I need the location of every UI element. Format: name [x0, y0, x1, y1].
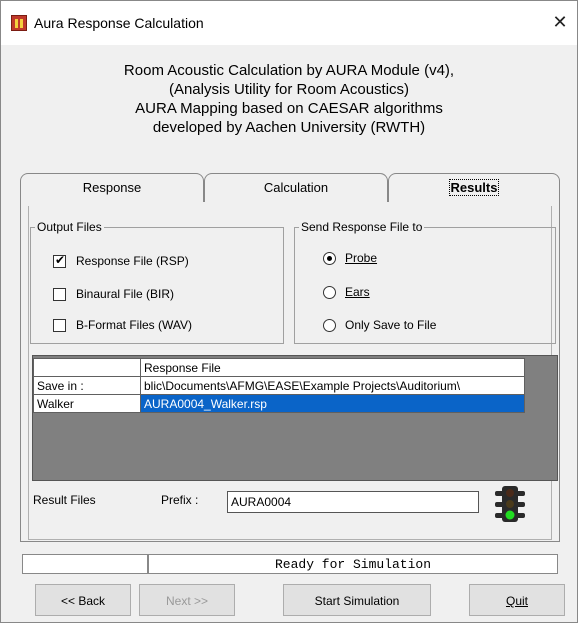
start-simulation-button[interactable]: Start Simulation: [283, 584, 431, 616]
table-row-label: Walker: [33, 394, 141, 413]
probe-radio[interactable]: [323, 252, 336, 265]
header-line: AURA Mapping based on CAESAR algorithms: [135, 100, 443, 117]
only-save-radio[interactable]: [323, 319, 336, 332]
table-cell-selected[interactable]: AURA0004_Walker.rsp: [140, 394, 525, 413]
tab-results[interactable]: Results: [388, 173, 560, 203]
binaural-file-checkbox[interactable]: [53, 288, 66, 301]
table-row[interactable]: Save in : blic\Documents\AFMG\EASE\Examp…: [33, 376, 525, 395]
table-row[interactable]: Walker AURA0004_Walker.rsp: [33, 394, 525, 413]
tab-response[interactable]: Response: [20, 173, 204, 203]
dialog-window: Aura Response Calculation ✕ Room Acousti…: [0, 0, 578, 623]
table-header-row: Response File: [33, 358, 525, 377]
bformat-files-checkbox[interactable]: [53, 319, 66, 332]
only-save-label[interactable]: Only Save to File: [345, 318, 436, 332]
back-button[interactable]: << Back: [35, 584, 131, 616]
window-title: Aura Response Calculation: [34, 15, 204, 31]
status-message: Ready for Simulation: [148, 554, 558, 574]
ears-label[interactable]: Ears: [345, 285, 370, 299]
ears-radio[interactable]: [323, 286, 336, 299]
output-files-legend: Output Files: [37, 220, 102, 234]
header-line: Room Acoustic Calculation by AURA Module…: [123, 62, 455, 79]
tab-strip: Response Calculation Results: [20, 173, 560, 203]
bformat-files-label[interactable]: B-Format Files (WAV): [76, 318, 192, 332]
response-file-checkbox[interactable]: [53, 253, 66, 268]
status-left-pane: [22, 554, 148, 574]
traffic-light-icon: [495, 486, 525, 522]
header-description: Room Acoustic Calculation by AURA Module…: [1, 61, 577, 137]
response-file-grid: Response File Save in : blic\Documents\A…: [32, 355, 558, 481]
table-corner-cell: [33, 358, 141, 377]
result-files-label: Result Files: [33, 493, 96, 507]
quit-button[interactable]: Quit: [469, 584, 565, 616]
binaural-file-label[interactable]: Binaural File (BIR): [76, 287, 174, 301]
table-row-label: Save in :: [33, 376, 141, 395]
prefix-label: Prefix :: [161, 493, 199, 507]
table-cell[interactable]: blic\Documents\AFMG\EASE\Example Project…: [140, 376, 525, 395]
response-file-table: Response File Save in : blic\Documents\A…: [33, 358, 525, 413]
tab-calculation[interactable]: Calculation: [204, 173, 388, 203]
close-icon[interactable]: ✕: [549, 11, 571, 33]
send-response-legend: Send Response File to: [301, 220, 423, 234]
tab-results-label: Results: [448, 179, 500, 196]
header-line: (Analysis Utility for Room Acoustics): [168, 81, 410, 98]
aura-app-icon: [11, 15, 27, 31]
next-button[interactable]: Next >>: [139, 584, 235, 616]
header-line: developed by Aachen University (RWTH): [152, 119, 426, 136]
probe-label[interactable]: Probe: [345, 251, 377, 265]
table-header-cell: Response File: [140, 358, 525, 377]
response-file-label[interactable]: Response File (RSP): [76, 254, 189, 268]
prefix-input[interactable]: AURA0004: [227, 491, 479, 513]
title-bar: Aura Response Calculation ✕: [1, 1, 577, 45]
